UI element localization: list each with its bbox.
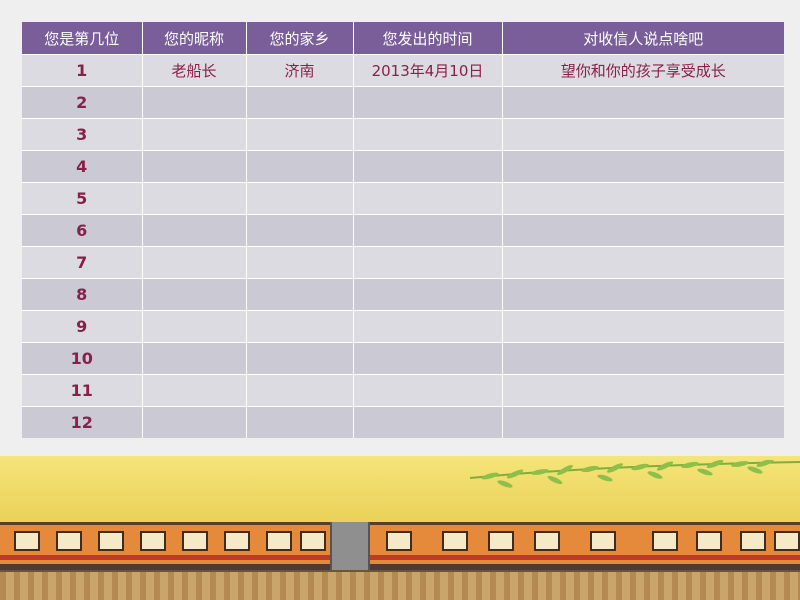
cell-send-time <box>353 150 503 183</box>
cell-hometown <box>246 406 354 438</box>
table-row: 1 老船长 济南 2013年4月10日 望你和你的孩子享受成长 <box>22 54 784 87</box>
row-number: 1 <box>22 54 143 87</box>
cell-nickname: 老船长 <box>142 54 247 87</box>
table-row: 4 <box>22 150 784 183</box>
table-header-row: 您是第几位 您的昵称 您的家乡 您发出的时间 对收信人说点啥吧 <box>22 22 784 55</box>
header-order: 您是第几位 <box>22 22 143 55</box>
cell-message <box>502 214 784 247</box>
table-row: 6 <box>22 214 784 247</box>
cell-message <box>502 150 784 183</box>
cell-send-time <box>353 310 503 343</box>
row-number: 9 <box>22 310 143 343</box>
cell-message <box>502 342 784 375</box>
cell-send-time <box>353 118 503 151</box>
cell-send-time <box>353 214 503 247</box>
row-number: 6 <box>22 214 143 247</box>
table-row: 9 <box>22 310 784 343</box>
cell-send-time: 2013年4月10日 <box>353 54 503 87</box>
cell-message <box>502 182 784 215</box>
cell-hometown <box>246 86 354 119</box>
header-nickname: 您的昵称 <box>142 22 247 55</box>
cell-send-time <box>353 342 503 375</box>
train-coupler <box>330 522 370 570</box>
cell-nickname <box>142 86 247 119</box>
row-number: 12 <box>22 406 143 438</box>
table-row: 11 <box>22 374 784 407</box>
table-row: 8 <box>22 278 784 311</box>
row-number: 2 <box>22 86 143 119</box>
header-hometown: 您的家乡 <box>246 22 354 55</box>
cell-message <box>502 86 784 119</box>
cell-nickname <box>142 118 247 151</box>
cell-message <box>502 374 784 407</box>
table-row: 12 <box>22 406 784 438</box>
train-car <box>370 522 800 570</box>
row-number: 3 <box>22 118 143 151</box>
header-message: 对收信人说点啥吧 <box>502 22 784 55</box>
cell-send-time <box>353 182 503 215</box>
cell-hometown <box>246 150 354 183</box>
cell-nickname <box>142 310 247 343</box>
cell-send-time <box>353 406 503 438</box>
cell-hometown <box>246 278 354 311</box>
cell-hometown <box>246 214 354 247</box>
cell-nickname <box>142 182 247 215</box>
cell-nickname <box>142 246 247 279</box>
row-number: 10 <box>22 342 143 375</box>
cell-message <box>502 406 784 438</box>
cell-message <box>502 246 784 279</box>
cell-message <box>502 310 784 343</box>
cell-hometown <box>246 246 354 279</box>
cell-nickname <box>142 214 247 247</box>
cell-hometown <box>246 310 354 343</box>
table-row: 2 <box>22 86 784 119</box>
row-number: 7 <box>22 246 143 279</box>
cell-message: 望你和你的孩子享受成长 <box>502 54 784 87</box>
cell-nickname <box>142 342 247 375</box>
row-number: 4 <box>22 150 143 183</box>
sign-table-container: 您是第几位 您的昵称 您的家乡 您发出的时间 对收信人说点啥吧 1 老船长 济南… <box>22 22 784 438</box>
row-number: 11 <box>22 374 143 407</box>
train-icon <box>0 522 800 572</box>
table-row: 5 <box>22 182 784 215</box>
cell-send-time <box>353 86 503 119</box>
sign-table: 您是第几位 您的昵称 您的家乡 您发出的时间 对收信人说点啥吧 1 老船长 济南… <box>22 22 784 438</box>
row-number: 5 <box>22 182 143 215</box>
rail-bed <box>0 572 800 600</box>
table-row: 10 <box>22 342 784 375</box>
cell-hometown: 济南 <box>246 54 354 87</box>
cell-message <box>502 118 784 151</box>
cell-send-time <box>353 246 503 279</box>
table-row: 7 <box>22 246 784 279</box>
table-row: 3 <box>22 118 784 151</box>
cell-hometown <box>246 182 354 215</box>
cell-hometown <box>246 342 354 375</box>
train-illustration-icon <box>0 456 800 600</box>
header-send-time: 您发出的时间 <box>353 22 503 55</box>
cell-nickname <box>142 150 247 183</box>
cell-hometown <box>246 374 354 407</box>
cell-nickname <box>142 406 247 438</box>
cell-send-time <box>353 278 503 311</box>
train-car <box>0 522 330 570</box>
cell-nickname <box>142 374 247 407</box>
cell-hometown <box>246 118 354 151</box>
cell-message <box>502 278 784 311</box>
willow-branch-icon <box>470 460 800 488</box>
cell-send-time <box>353 374 503 407</box>
cell-nickname <box>142 278 247 311</box>
row-number: 8 <box>22 278 143 311</box>
